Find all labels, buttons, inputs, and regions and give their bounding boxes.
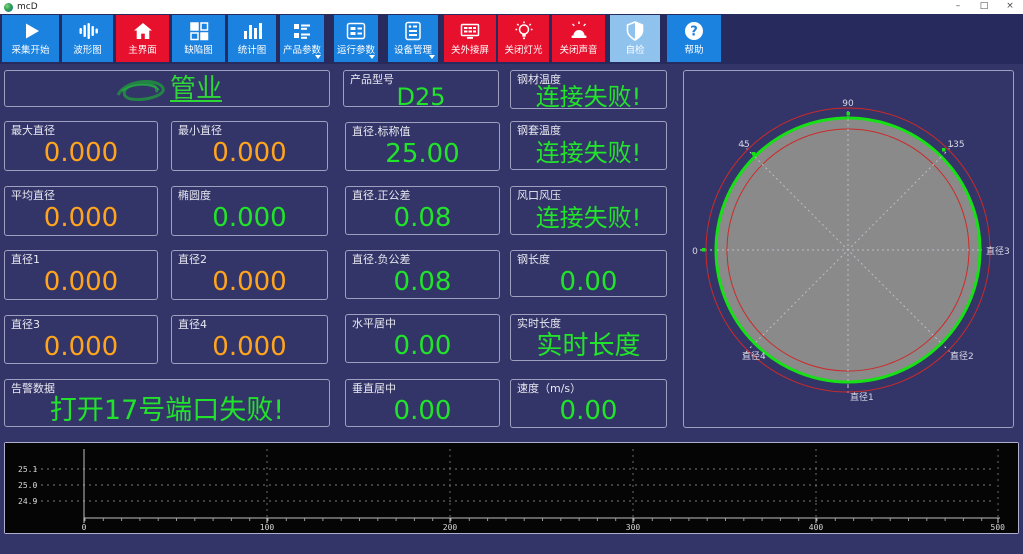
angle-label-90: 90: [842, 99, 854, 109]
help-icon: ?: [667, 18, 721, 44]
maximize-button[interactable]: □: [971, 0, 997, 14]
play-icon: [2, 18, 59, 44]
field-realtime-length: 实时长度 实时长度: [510, 314, 667, 361]
field-steel-temperature: 钢材温度 连接失败!: [510, 70, 667, 109]
field-product-model: 产品型号 D25: [343, 70, 499, 107]
diameter2-label: 直径2: [950, 350, 974, 362]
app-icon: [4, 3, 13, 12]
run-panel-icon: [334, 18, 378, 44]
titlebar: mcD – □ ×: [0, 0, 1023, 14]
toolbar-button-main-screen[interactable]: 主界面: [116, 15, 169, 62]
y-tick-label: 25.0: [18, 481, 37, 490]
minimize-button[interactable]: –: [945, 0, 971, 14]
field-speed: 速度（m/s） 0.00: [510, 379, 667, 428]
toolbar: 采集开始 波形图 主界面 缺陷图: [0, 14, 1023, 64]
field-diameter4: 直径4 0.000: [171, 315, 328, 364]
toolbar-button-waveform[interactable]: 波形图: [62, 15, 113, 62]
siren-icon: [552, 18, 605, 44]
field-diameter3: 直径3 0.000: [4, 315, 158, 364]
toolbar-button-device-management[interactable]: 设备管理: [388, 15, 438, 62]
marker-45: [752, 152, 756, 156]
field-max-diameter: 最大直径 0.000: [4, 121, 158, 171]
toolbar-button-external-screen-off[interactable]: 关外接屏: [444, 15, 496, 62]
toolbar-button-run-params[interactable]: 运行参数: [334, 15, 378, 62]
device-icon: [388, 18, 438, 44]
dropdown-arrow-icon: [369, 55, 375, 59]
cross-section-panel: 90 45 135 0 直径3 直径4 直径2 直径1: [683, 70, 1014, 428]
toolbar-button-statistics[interactable]: 统计图: [228, 15, 276, 62]
bulb-icon: [498, 18, 549, 44]
trend-chart-panel: 25.1 25.0 24.9 0 100 200 300 400 500: [4, 442, 1019, 534]
field-air-pressure: 风口风压 连接失败!: [510, 186, 667, 235]
angle-label-45: 45: [738, 140, 749, 150]
diameter3-label: 直径3: [986, 245, 1010, 257]
cross-section-chart: 90 45 135 0 直径3 直径4 直径2 直径1: [684, 71, 1013, 427]
toolbar-button-start-collection[interactable]: 采集开始: [2, 15, 59, 62]
bar-chart-icon: [228, 18, 276, 44]
angle-label-0: 0: [692, 247, 698, 257]
toolbar-button-defect-map[interactable]: 缺陷图: [172, 15, 225, 62]
field-min-diameter: 最小直径 0.000: [171, 121, 328, 171]
x-tick-label: 200: [443, 523, 458, 532]
dropdown-arrow-icon: [315, 55, 321, 59]
field-alarm-data: 告警数据 打开17号端口失败!: [4, 379, 330, 427]
marker-0: [702, 248, 706, 252]
logo-text: 管业: [170, 74, 222, 104]
waveform-icon: [62, 18, 113, 44]
x-tick-label: 300: [626, 523, 641, 532]
marker-135: [942, 148, 946, 152]
shield-icon: [610, 18, 660, 44]
field-diameter2: 直径2 0.000: [171, 250, 328, 300]
toolbar-button-lights-off[interactable]: 关闭灯光: [498, 15, 549, 62]
field-sleeve-temperature: 钢套温度 连接失败!: [510, 121, 667, 170]
home-icon: [116, 18, 169, 44]
trend-chart: 25.1 25.0 24.9 0 100 200 300 400 500: [5, 443, 1018, 533]
close-button[interactable]: ×: [997, 0, 1023, 14]
logo-graphic: [112, 75, 170, 103]
toolbar-button-product-params[interactable]: 产品参数: [280, 15, 324, 62]
field-horizontal-center: 水平居中 0.00: [345, 314, 500, 363]
field-negative-tolerance: 直径.负公差 0.08: [345, 250, 500, 299]
defect-grid-icon: [172, 18, 225, 44]
x-tick-label: 400: [809, 523, 824, 532]
field-vertical-center: 垂直居中 0.00: [345, 379, 500, 427]
marker-90: [847, 112, 851, 116]
window-title: mcD: [17, 0, 945, 14]
y-tick-label: 25.1: [18, 465, 37, 474]
field-nominal-diameter: 直径.标称值 25.00: [345, 122, 500, 171]
x-tick-label: 500: [991, 523, 1006, 532]
logo-panel: 管业: [4, 70, 330, 107]
toolbar-button-sound-off[interactable]: 关闭声音: [552, 15, 605, 62]
field-positive-tolerance: 直径.正公差 0.08: [345, 186, 500, 235]
field-avg-diameter: 平均直径 0.000: [4, 186, 158, 236]
x-tick-label: 100: [260, 523, 275, 532]
toolbar-button-self-check[interactable]: 自检: [610, 15, 660, 62]
svg-text:?: ?: [690, 25, 698, 40]
x-tick-label: 0: [82, 523, 87, 532]
toolbar-button-help[interactable]: ? 帮助: [667, 15, 721, 62]
product-list-icon: [280, 18, 324, 44]
dropdown-arrow-icon: [429, 55, 435, 59]
field-diameter1: 直径1 0.000: [4, 250, 158, 300]
screen-icon: [444, 18, 496, 44]
field-steel-length: 钢长度 0.00: [510, 250, 667, 297]
angle-label-135: 135: [947, 140, 964, 150]
diameter4-label: 直径4: [742, 350, 766, 362]
y-tick-label: 24.9: [18, 497, 37, 506]
field-ovality: 椭圆度 0.000: [171, 186, 328, 236]
diameter1-label: 直径1: [850, 391, 874, 403]
